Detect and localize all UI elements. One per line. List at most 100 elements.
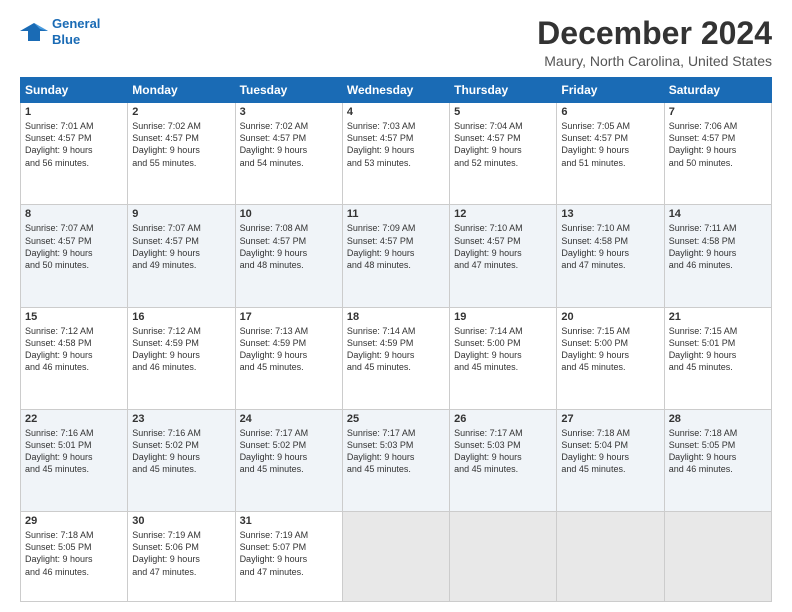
- day-number: 14: [669, 208, 767, 220]
- calendar-cell: 2Sunrise: 7:02 AM Sunset: 4:57 PM Daylig…: [128, 103, 235, 205]
- day-info: Sunrise: 7:18 AM Sunset: 5:04 PM Dayligh…: [561, 427, 659, 476]
- calendar-cell: [342, 512, 449, 602]
- day-number: 31: [240, 515, 338, 527]
- title-area: December 2024 Maury, North Carolina, Uni…: [537, 16, 772, 69]
- day-number: 10: [240, 208, 338, 220]
- day-number: 9: [132, 208, 230, 220]
- day-number: 27: [561, 413, 659, 425]
- day-number: 25: [347, 413, 445, 425]
- calendar-cell: 20Sunrise: 7:15 AM Sunset: 5:00 PM Dayli…: [557, 307, 664, 409]
- day-number: 3: [240, 106, 338, 118]
- day-number: 20: [561, 311, 659, 323]
- day-number: 18: [347, 311, 445, 323]
- calendar-table: SundayMondayTuesdayWednesdayThursdayFrid…: [20, 77, 772, 602]
- day-info: Sunrise: 7:01 AM Sunset: 4:57 PM Dayligh…: [25, 120, 123, 169]
- calendar-cell: 10Sunrise: 7:08 AM Sunset: 4:57 PM Dayli…: [235, 205, 342, 307]
- day-number: 26: [454, 413, 552, 425]
- calendar-week-3: 15 Sunrise: 7:12 AM Sunset: 4:58 PM Dayli…: [21, 307, 772, 409]
- day-info: Sunrise: 7:03 AM Sunset: 4:57 PM Dayligh…: [347, 120, 445, 169]
- day-number: 19: [454, 311, 552, 323]
- logo-icon: [20, 21, 48, 43]
- calendar-cell: 15 Sunrise: 7:12 AM Sunset: 4:58 PM Dayli…: [21, 307, 128, 409]
- day-info: Sunrise: 7:13 AM Sunset: 4:59 PM Dayligh…: [240, 325, 338, 374]
- calendar-cell: 6 Sunrise: 7:05 AM Sunset: 4:57 PM Daylig…: [557, 103, 664, 205]
- day-number: 6: [561, 106, 659, 118]
- calendar-cell: 5Sunrise: 7:04 AM Sunset: 4:57 PM Daylig…: [450, 103, 557, 205]
- calendar-cell: [450, 512, 557, 602]
- day-info: Sunrise: 7:17 AM Sunset: 5:03 PM Dayligh…: [347, 427, 445, 476]
- calendar-cell: [664, 512, 771, 602]
- day-info: Sunrise: 7:17 AM Sunset: 5:02 PM Dayligh…: [240, 427, 338, 476]
- calendar-cell: 29 Sunrise: 7:18 AM Sunset: 5:05 PM Dayli…: [21, 512, 128, 602]
- calendar-cell: 12 Sunrise: 7:10 AM Sunset: 4:57 PM Dayli…: [450, 205, 557, 307]
- day-number: 11: [347, 208, 445, 220]
- day-number: 8: [25, 208, 123, 220]
- calendar-week-2: 8 Sunrise: 7:07 AM Sunset: 4:57 PM Daylig…: [21, 205, 772, 307]
- day-info: Sunrise: 7:02 AM Sunset: 4:57 PM Dayligh…: [132, 120, 230, 169]
- day-info: Sunrise: 7:18 AM Sunset: 5:05 PM Dayligh…: [25, 529, 123, 578]
- day-info: Sunrise: 7:06 AM Sunset: 4:57 PM Dayligh…: [669, 120, 767, 169]
- day-number: 22: [25, 413, 123, 425]
- calendar-header-sunday: Sunday: [21, 78, 128, 103]
- calendar-cell: 16Sunrise: 7:12 AM Sunset: 4:59 PM Dayli…: [128, 307, 235, 409]
- page: General Blue December 2024 Maury, North …: [0, 0, 792, 612]
- calendar-cell: 13 Sunrise: 7:10 AM Sunset: 4:58 PM Dayli…: [557, 205, 664, 307]
- calendar-cell: 18 Sunrise: 7:14 AM Sunset: 4:59 PM Dayli…: [342, 307, 449, 409]
- day-number: 4: [347, 106, 445, 118]
- calendar-cell: 25 Sunrise: 7:17 AM Sunset: 5:03 PM Dayli…: [342, 409, 449, 511]
- calendar-week-1: 1Sunrise: 7:01 AM Sunset: 4:57 PM Daylig…: [21, 103, 772, 205]
- calendar-header-wednesday: Wednesday: [342, 78, 449, 103]
- main-title: December 2024: [537, 16, 772, 51]
- calendar-cell: 19 Sunrise: 7:14 AM Sunset: 5:00 PM Dayli…: [450, 307, 557, 409]
- calendar-cell: 28 Sunrise: 7:18 AM Sunset: 5:05 PM Dayli…: [664, 409, 771, 511]
- day-number: 13: [561, 208, 659, 220]
- calendar-cell: 17 Sunrise: 7:13 AM Sunset: 4:59 PM Dayli…: [235, 307, 342, 409]
- day-number: 30: [132, 515, 230, 527]
- day-info: Sunrise: 7:12 AM Sunset: 4:59 PM Dayligh…: [132, 325, 230, 374]
- day-number: 24: [240, 413, 338, 425]
- day-number: 29: [25, 515, 123, 527]
- day-number: 12: [454, 208, 552, 220]
- day-info: Sunrise: 7:14 AM Sunset: 4:59 PM Dayligh…: [347, 325, 445, 374]
- calendar-header-thursday: Thursday: [450, 78, 557, 103]
- day-info: Sunrise: 7:18 AM Sunset: 5:05 PM Dayligh…: [669, 427, 767, 476]
- day-info: Sunrise: 7:05 AM Sunset: 4:57 PM Dayligh…: [561, 120, 659, 169]
- calendar-header-saturday: Saturday: [664, 78, 771, 103]
- day-info: Sunrise: 7:11 AM Sunset: 4:58 PM Dayligh…: [669, 222, 767, 271]
- day-number: 17: [240, 311, 338, 323]
- calendar-cell: 30Sunrise: 7:19 AM Sunset: 5:06 PM Dayli…: [128, 512, 235, 602]
- calendar-cell: 24 Sunrise: 7:17 AM Sunset: 5:02 PM Dayli…: [235, 409, 342, 511]
- day-number: 15: [25, 311, 123, 323]
- logo: General Blue: [20, 16, 100, 47]
- calendar-cell: 21 Sunrise: 7:15 AM Sunset: 5:01 PM Dayli…: [664, 307, 771, 409]
- day-number: 5: [454, 106, 552, 118]
- subtitle: Maury, North Carolina, United States: [537, 53, 772, 69]
- day-number: 21: [669, 311, 767, 323]
- day-number: 7: [669, 106, 767, 118]
- calendar-week-5: 29 Sunrise: 7:18 AM Sunset: 5:05 PM Dayli…: [21, 512, 772, 602]
- day-info: Sunrise: 7:12 AM Sunset: 4:58 PM Dayligh…: [25, 325, 123, 374]
- calendar-cell: 1Sunrise: 7:01 AM Sunset: 4:57 PM Daylig…: [21, 103, 128, 205]
- day-info: Sunrise: 7:07 AM Sunset: 4:57 PM Dayligh…: [132, 222, 230, 271]
- header: General Blue December 2024 Maury, North …: [20, 16, 772, 69]
- day-info: Sunrise: 7:16 AM Sunset: 5:02 PM Dayligh…: [132, 427, 230, 476]
- calendar-cell: 4 Sunrise: 7:03 AM Sunset: 4:57 PM Daylig…: [342, 103, 449, 205]
- calendar-cell: 31 Sunrise: 7:19 AM Sunset: 5:07 PM Dayli…: [235, 512, 342, 602]
- day-info: Sunrise: 7:16 AM Sunset: 5:01 PM Dayligh…: [25, 427, 123, 476]
- calendar-cell: [557, 512, 664, 602]
- day-info: Sunrise: 7:09 AM Sunset: 4:57 PM Dayligh…: [347, 222, 445, 271]
- day-number: 28: [669, 413, 767, 425]
- day-info: Sunrise: 7:14 AM Sunset: 5:00 PM Dayligh…: [454, 325, 552, 374]
- day-info: Sunrise: 7:10 AM Sunset: 4:57 PM Dayligh…: [454, 222, 552, 271]
- calendar-header-monday: Monday: [128, 78, 235, 103]
- day-info: Sunrise: 7:15 AM Sunset: 5:01 PM Dayligh…: [669, 325, 767, 374]
- calendar-cell: 23 Sunrise: 7:16 AM Sunset: 5:02 PM Dayli…: [128, 409, 235, 511]
- day-number: 23: [132, 413, 230, 425]
- day-info: Sunrise: 7:10 AM Sunset: 4:58 PM Dayligh…: [561, 222, 659, 271]
- calendar-week-4: 22 Sunrise: 7:16 AM Sunset: 5:01 PM Dayli…: [21, 409, 772, 511]
- day-info: Sunrise: 7:19 AM Sunset: 5:07 PM Dayligh…: [240, 529, 338, 578]
- calendar-cell: 9 Sunrise: 7:07 AM Sunset: 4:57 PM Daylig…: [128, 205, 235, 307]
- calendar-cell: 11 Sunrise: 7:09 AM Sunset: 4:57 PM Dayli…: [342, 205, 449, 307]
- day-info: Sunrise: 7:02 AM Sunset: 4:57 PM Dayligh…: [240, 120, 338, 169]
- day-info: Sunrise: 7:17 AM Sunset: 5:03 PM Dayligh…: [454, 427, 552, 476]
